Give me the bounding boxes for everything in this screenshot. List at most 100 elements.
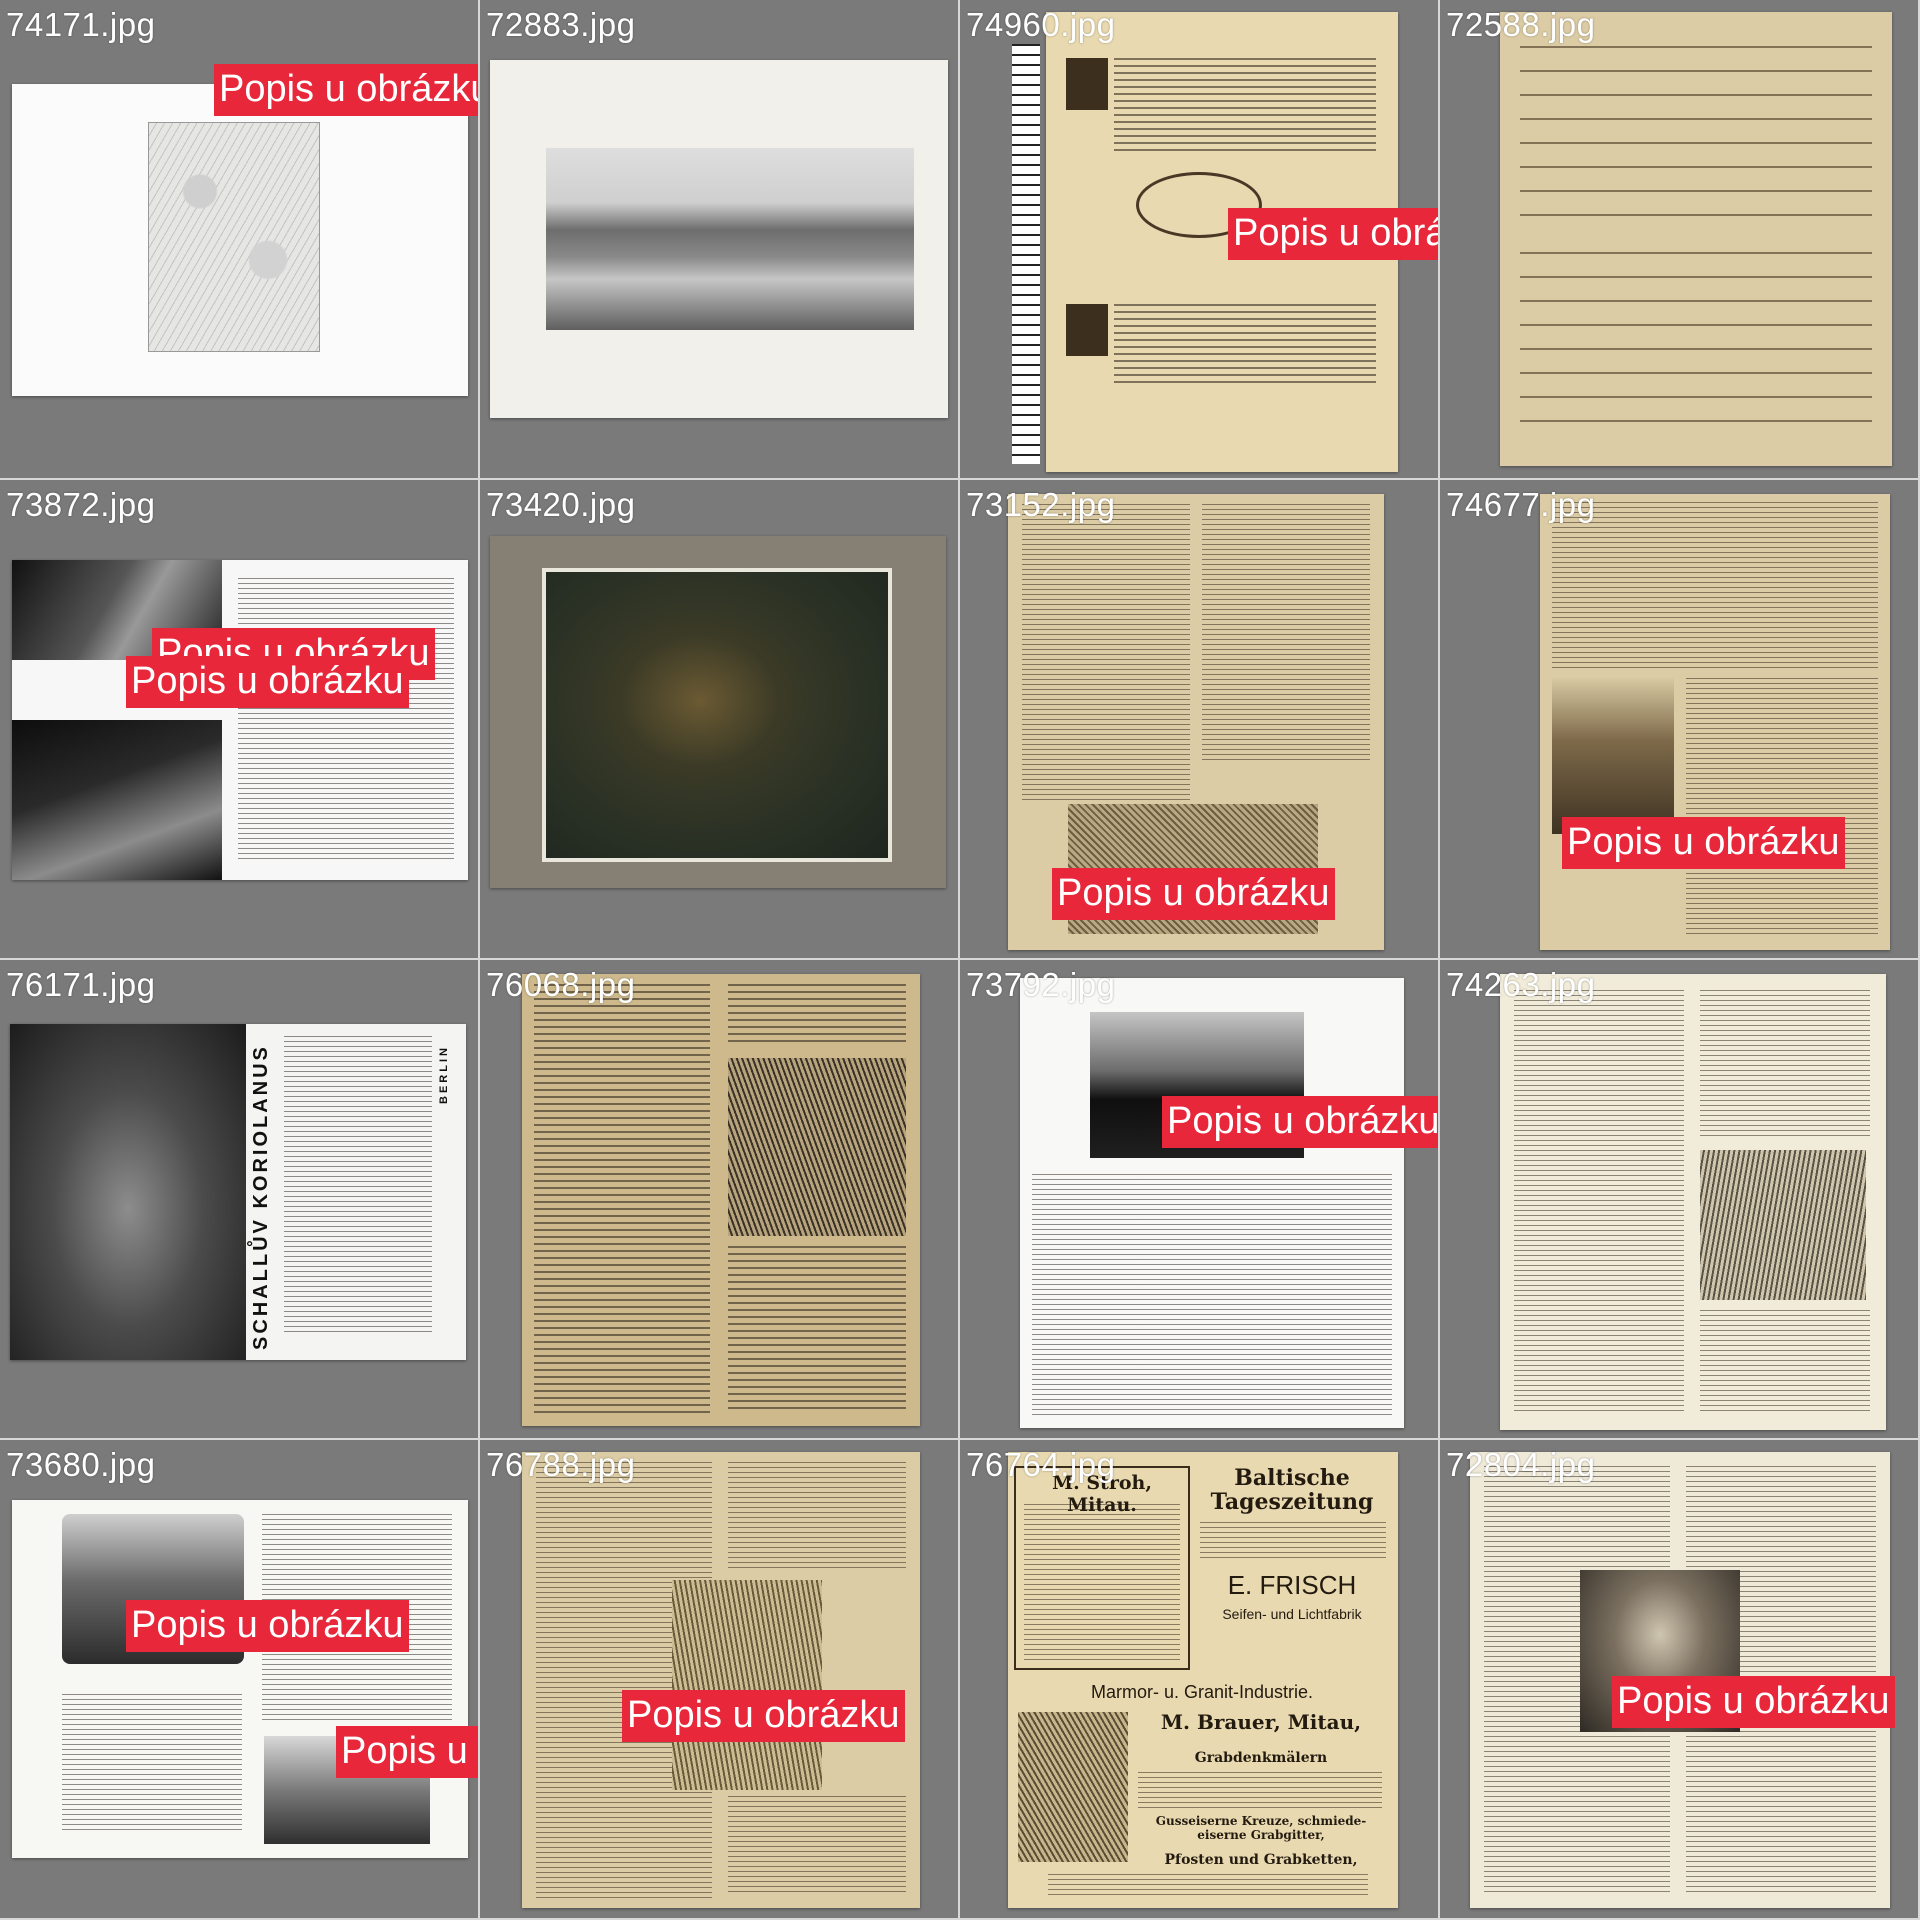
- text-column: [1700, 1310, 1870, 1414]
- text-column: [728, 1462, 906, 1572]
- thumbnail-tile-76788[interactable]: 76788.jpg Popis u obrázku: [480, 1440, 958, 1918]
- scan-page: [1500, 12, 1892, 466]
- side-label: BERLIN: [438, 1045, 450, 1104]
- grave-posts: Pfosten und Grabketten,: [1164, 1852, 1358, 1868]
- caption-badge[interactable]: Popis u obrázku: [622, 1690, 905, 1742]
- battle-illustration: [728, 1058, 906, 1236]
- scan-page: [490, 60, 948, 418]
- thumbnail-filename: 76764.jpg: [966, 1446, 1116, 1483]
- thumbnail-filename: 73792.jpg: [966, 966, 1116, 1003]
- thumbnail-tile-73152[interactable]: 73152.jpg Popis u obrázku: [960, 480, 1438, 958]
- text-block: [1032, 1174, 1392, 1418]
- forest-photo: [1700, 1150, 1866, 1300]
- text-column: [1700, 990, 1870, 1140]
- thumbnail-filename: 73872.jpg: [6, 486, 156, 523]
- advert-text: [1138, 1772, 1382, 1808]
- text-block: [1114, 58, 1376, 154]
- thumbnail-filename: 73680.jpg: [6, 1446, 156, 1483]
- thumbnail-tile-73872[interactable]: 73872.jpg Popis u obrázku Popis u obrázk…: [0, 480, 478, 958]
- iron-crosses: Gusseiserne Kreuze, schmiede-eiserne Gra…: [1155, 1814, 1367, 1842]
- scan-page: [12, 1500, 468, 1858]
- text-block: [1552, 502, 1878, 672]
- advert-text: [1048, 1874, 1368, 1896]
- thumbnail-filename: 74263.jpg: [1446, 966, 1596, 1003]
- caption-badge[interactable]: Popis u obrázku: [1612, 1676, 1895, 1728]
- thumbnail-filename: 74960.jpg: [966, 6, 1116, 43]
- thumbnail-tile-76764[interactable]: 76764.jpg M. Stroh, Mitau. Baltische Tag…: [960, 1440, 1438, 1918]
- scan-page: [1540, 494, 1890, 950]
- church-tower-photo: [1552, 678, 1674, 834]
- caption-badge[interactable]: Popis u obrázku: [126, 656, 409, 708]
- text-column: [1022, 504, 1190, 804]
- monument-illustration: [1018, 1712, 1128, 1862]
- thumbnail-tile-73792[interactable]: 73792.jpg Popis u obrázku: [960, 960, 1438, 1438]
- text-column: [62, 1694, 242, 1834]
- painting-photo: [542, 568, 892, 862]
- initial-letter: [1066, 304, 1108, 356]
- thumbnail-filename: 73152.jpg: [966, 486, 1116, 523]
- initial-letter: [1066, 58, 1108, 110]
- caption-badge[interactable]: Popis u obrázku: [1162, 1096, 1438, 1148]
- thumbnail-filename: 76068.jpg: [486, 966, 636, 1003]
- text-block: [1114, 304, 1376, 388]
- caption-badge[interactable]: Popis u obrázku: [214, 64, 478, 116]
- thumbnail-filename: 72883.jpg: [486, 6, 636, 43]
- text-column: [534, 984, 710, 1414]
- text-column: [728, 1796, 906, 1896]
- thumbnail-filename: 76171.jpg: [6, 966, 156, 1003]
- article-text: [284, 1036, 432, 1336]
- scan-page: [12, 84, 468, 396]
- text-column: [1514, 990, 1684, 1414]
- scan-page: M. Stroh, Mitau. Baltische Tageszeitung …: [1008, 1452, 1398, 1908]
- marble-heading: Marmor- u. Granit-Industrie.: [1090, 1682, 1314, 1702]
- thumbnail-tile-76068[interactable]: 76068.jpg: [480, 960, 958, 1438]
- scan-page: [522, 1452, 920, 1908]
- advert-text: [1200, 1522, 1386, 1562]
- shop-advert: M. Stroh, Mitau.: [1014, 1466, 1190, 1670]
- text-column: [728, 1246, 906, 1414]
- dam-photo: [546, 148, 914, 330]
- article-title: SCHALLŮV KORIOLANUS: [250, 1044, 272, 1350]
- figures-illustration: [672, 1580, 822, 1790]
- caption-badge[interactable]: Popis u obrázku: [336, 1726, 478, 1778]
- handwritten-text: [1520, 238, 1872, 438]
- scan-page: [490, 536, 946, 888]
- newspaper-title: Baltische Tageszeitung: [1210, 1465, 1374, 1516]
- caption-badge[interactable]: Popis u obrázku: [1228, 208, 1438, 260]
- map-illustration: [148, 122, 320, 352]
- scan-page: SCHALLŮV KORIOLANUS BERLIN: [10, 1024, 466, 1360]
- thumbnail-filename: 76788.jpg: [486, 1446, 636, 1483]
- company-name: E. FRISCH: [1227, 1570, 1357, 1600]
- caption-badge[interactable]: Popis u obrázku: [1052, 868, 1335, 920]
- scan-page: [12, 560, 468, 880]
- thumbnail-filename: 72588.jpg: [1446, 6, 1596, 43]
- text-column: [1202, 504, 1370, 764]
- thumbnail-tile-73420[interactable]: 73420.jpg: [480, 480, 958, 958]
- thumbnail-tile-74263[interactable]: 74263.jpg: [1440, 960, 1918, 1438]
- caption-badge[interactable]: Popis u obrázku: [126, 1600, 409, 1652]
- scale-ruler: [1012, 44, 1040, 464]
- thumbnail-tile-74677[interactable]: 74677.jpg Popis u obrázku: [1440, 480, 1918, 958]
- theatre-photo: [10, 1024, 246, 1360]
- thumbnail-tile-72588[interactable]: 72588.jpg: [1440, 0, 1918, 478]
- thumbnail-tile-76171[interactable]: 76171.jpg SCHALLŮV KORIOLANUS BERLIN: [0, 960, 478, 1438]
- text-column: [1686, 678, 1878, 938]
- company-product: Seifen- und Lichtfabrik: [1222, 1606, 1362, 1622]
- handwritten-text: [1520, 32, 1872, 218]
- scan-page: [1020, 978, 1404, 1428]
- text-column: [728, 984, 906, 1044]
- scan-page: [522, 974, 920, 1426]
- thumbnail-tile-74960[interactable]: 74960.jpg Popis u obrázku: [960, 0, 1438, 478]
- thumbnail-filename: 74171.jpg: [6, 6, 156, 43]
- thumbnail-filename: 73420.jpg: [486, 486, 636, 523]
- thumbnail-tile-74171[interactable]: 74171.jpg Popis u obrázku: [0, 0, 478, 478]
- actor-photo: [12, 720, 222, 880]
- scan-page: [1500, 974, 1886, 1430]
- interview-text: [238, 578, 454, 862]
- thumbnail-tile-72883[interactable]: 72883.jpg: [480, 0, 958, 478]
- image-grid: 74171.jpg Popis u obrázku 72883.jpg 7496…: [0, 0, 1920, 1920]
- thumbnail-tile-72804[interactable]: 72804.jpg Popis u obrázku: [1440, 1440, 1918, 1918]
- thumbnail-filename: 74677.jpg: [1446, 486, 1596, 523]
- caption-badge[interactable]: Popis u obrázku: [1562, 817, 1845, 869]
- thumbnail-tile-73680[interactable]: 73680.jpg Popis u obrázku Popis u obrázk…: [0, 1440, 478, 1918]
